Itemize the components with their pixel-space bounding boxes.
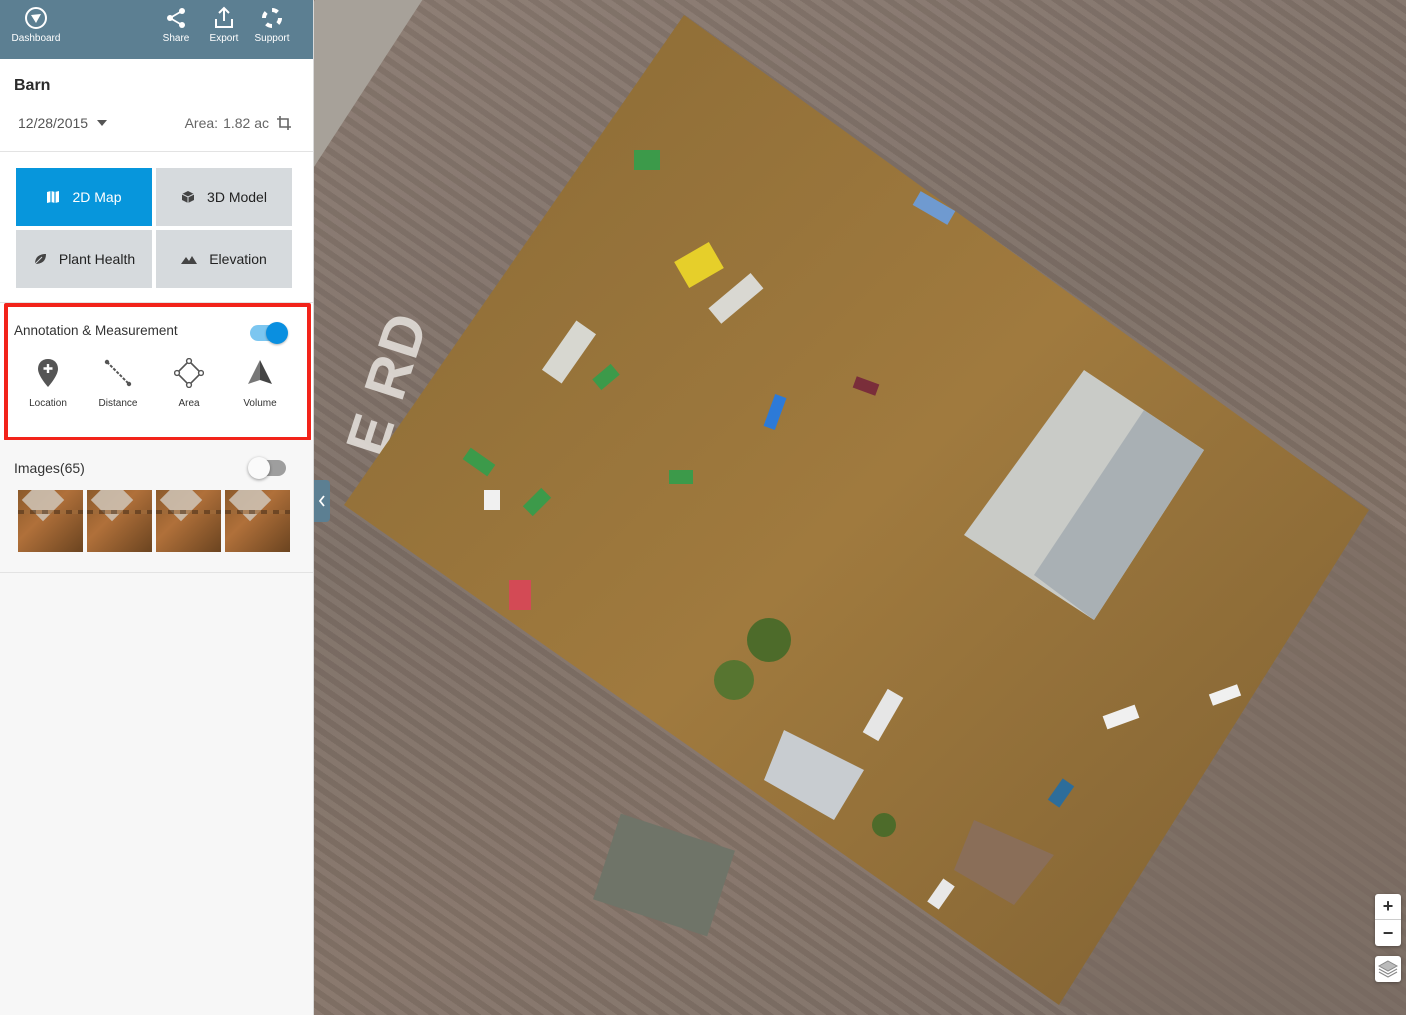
project-header: Barn 12/28/2015 Area: 1.82 ac	[0, 59, 313, 152]
sidebar: Dashboard Share Export Support Barn 12/2…	[0, 0, 314, 1015]
image-thumbnail[interactable]	[225, 490, 290, 552]
crop-icon[interactable]	[277, 116, 291, 130]
ruler-line-icon	[104, 359, 132, 387]
images-toggle[interactable]	[248, 457, 286, 479]
export-icon	[215, 6, 233, 28]
export-label: Export	[209, 33, 239, 44]
distance-label: Distance	[98, 398, 138, 409]
area-tool[interactable]: Area	[159, 358, 219, 409]
image-thumbnail[interactable]	[18, 490, 83, 552]
zoom-out-button[interactable]: −	[1375, 920, 1401, 946]
toggle-knob	[248, 457, 270, 479]
volume-label: Volume	[243, 398, 277, 409]
share-icon	[167, 8, 185, 28]
mountain-icon	[181, 256, 198, 264]
location-pin-icon	[38, 359, 58, 387]
export-button[interactable]: Export	[206, 6, 242, 44]
area-tool-label: Area	[178, 398, 200, 409]
zoom-in-button[interactable]: +	[1375, 894, 1401, 920]
dashboard-label: Dashboard	[11, 33, 61, 44]
layers-icon	[1378, 960, 1398, 978]
annotation-toggle[interactable]	[250, 322, 288, 344]
layers-button[interactable]	[1375, 956, 1401, 982]
dashboard-button[interactable]: Dashboard	[9, 6, 63, 44]
view-mode-panel: 2D Map 3D Model Plant Health Elevation	[0, 152, 313, 303]
leaf-icon	[34, 254, 46, 265]
caret-down-icon	[97, 120, 108, 126]
3d-model-label: 3D Model	[207, 189, 267, 205]
polygon-area-icon	[174, 358, 204, 388]
plant-health-label: Plant Health	[58, 251, 136, 267]
image-thumbnail[interactable]	[156, 490, 221, 552]
date-value: 12/28/2015	[18, 115, 89, 131]
orthomosaic-layer	[344, 15, 1406, 1015]
volume-tool[interactable]: Volume	[230, 358, 290, 409]
toggle-knob	[266, 322, 288, 344]
plant-health-button[interactable]: Plant Health	[16, 230, 152, 288]
zoom-control: + −	[1375, 894, 1401, 946]
support-icon	[262, 8, 282, 28]
share-label: Share	[162, 33, 190, 44]
top-toolbar: Dashboard Share Export Support	[0, 0, 313, 59]
images-title: Images(65)	[14, 460, 85, 476]
area-value: 1.82 ac	[223, 115, 269, 131]
elevation-label: Elevation	[209, 251, 267, 267]
project-title: Barn	[14, 77, 51, 94]
share-button[interactable]: Share	[160, 6, 192, 44]
pyramid-icon	[248, 360, 272, 384]
area-label: Area:	[184, 115, 219, 131]
2d-map-label: 2D Map	[72, 189, 122, 205]
chevron-left-icon	[318, 495, 325, 507]
cube-icon	[181, 191, 195, 203]
dashboard-icon	[25, 7, 47, 29]
map-icon	[47, 191, 60, 203]
sidebar-collapse-button[interactable]	[314, 480, 330, 522]
map-viewport[interactable]: E RD + −	[314, 0, 1406, 1015]
annotation-title: Annotation & Measurement	[14, 323, 178, 338]
image-thumbnail[interactable]	[87, 490, 152, 552]
2d-map-button[interactable]: 2D Map	[16, 168, 152, 226]
annotation-panel: Annotation & Measurement Location Distan…	[0, 303, 313, 440]
location-label: Location	[29, 398, 67, 409]
3d-model-button[interactable]: 3D Model	[156, 168, 292, 226]
elevation-button[interactable]: Elevation	[156, 230, 292, 288]
images-panel: Images(65)	[0, 440, 313, 573]
date-selector[interactable]: 12/28/2015	[18, 115, 108, 131]
area-readout: Area: 1.82 ac	[185, 115, 291, 131]
location-tool[interactable]: Location	[18, 358, 78, 409]
support-label: Support	[254, 33, 290, 44]
support-button[interactable]: Support	[252, 6, 292, 44]
distance-tool[interactable]: Distance	[88, 358, 148, 409]
